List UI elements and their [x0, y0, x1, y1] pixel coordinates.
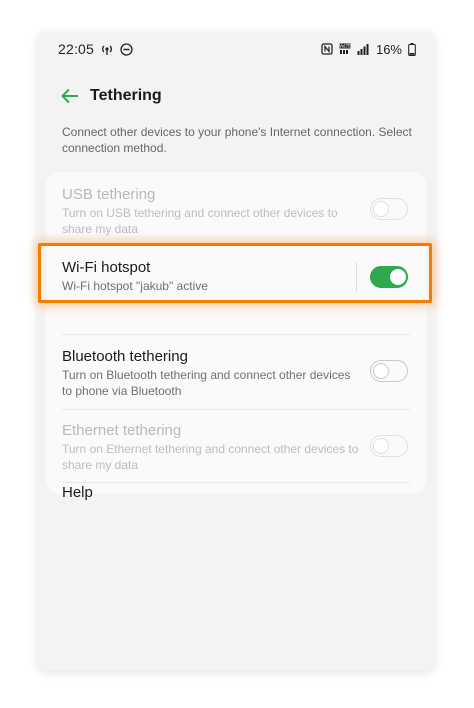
- hotspot-status-icon: [100, 42, 114, 56]
- bluetooth-tethering-toggle[interactable]: [370, 360, 408, 382]
- tethering-settings-card: USB tethering Turn on USB tethering and …: [46, 172, 426, 494]
- setting-subtitle: Turn on Ethernet tethering and connect o…: [62, 442, 359, 472]
- signal-icon: [357, 43, 370, 55]
- phone-screen: 22:05 VoLTE 16% Tethering Connect other …: [38, 32, 434, 670]
- setting-subtitle: Turn on Bluetooth tethering and connect …: [62, 368, 351, 398]
- divider: [62, 482, 410, 483]
- setting-title: Wi-Fi hotspot: [62, 259, 151, 276]
- setting-subtitle: Wi-Fi hotspot "jakub" active: [62, 279, 208, 293]
- usb-tethering-toggle[interactable]: [370, 198, 408, 220]
- app-bar: Tethering: [38, 76, 434, 116]
- status-right: VoLTE 16%: [321, 42, 416, 57]
- setting-title: Help: [62, 484, 93, 501]
- battery-percent: 16%: [375, 41, 402, 57]
- ethernet-tethering-toggle[interactable]: [370, 435, 408, 457]
- setting-title: Ethernet tethering: [62, 422, 182, 439]
- setting-title: USB tethering: [62, 186, 156, 203]
- setting-ethernet-tethering[interactable]: Ethernet tethering Turn on Ethernet teth…: [46, 409, 426, 481]
- setting-title: Bluetooth tethering: [62, 348, 188, 365]
- status-left: 22:05: [58, 41, 133, 57]
- status-bar: 22:05 VoLTE 16%: [38, 32, 434, 66]
- setting-wifi-hotspot[interactable]: Wi-Fi hotspot Wi-Fi hotspot "jakub" acti…: [46, 246, 426, 306]
- svg-text:VoLTE: VoLTE: [339, 44, 351, 49]
- page-title: Tethering: [90, 87, 162, 104]
- back-button[interactable]: [56, 82, 84, 110]
- do-not-disturb-icon: [120, 42, 133, 56]
- description-text: Connect other devices to your phone's In…: [62, 125, 412, 155]
- row-divider: [356, 262, 357, 292]
- setting-usb-tethering[interactable]: USB tethering Turn on USB tethering and …: [46, 172, 426, 244]
- setting-bluetooth-tethering[interactable]: Bluetooth tethering Turn on Bluetooth te…: [46, 334, 426, 408]
- battery-icon: [408, 42, 416, 56]
- status-time: 22:05: [58, 41, 95, 57]
- wifi-hotspot-toggle[interactable]: [370, 266, 408, 288]
- setting-help[interactable]: Help: [46, 484, 426, 528]
- setting-subtitle: Turn on USB tethering and connect other …: [62, 206, 338, 236]
- nfc-icon: [321, 43, 333, 55]
- arrow-left-icon: [60, 86, 80, 106]
- wifi-calling-icon: VoLTE: [339, 43, 351, 55]
